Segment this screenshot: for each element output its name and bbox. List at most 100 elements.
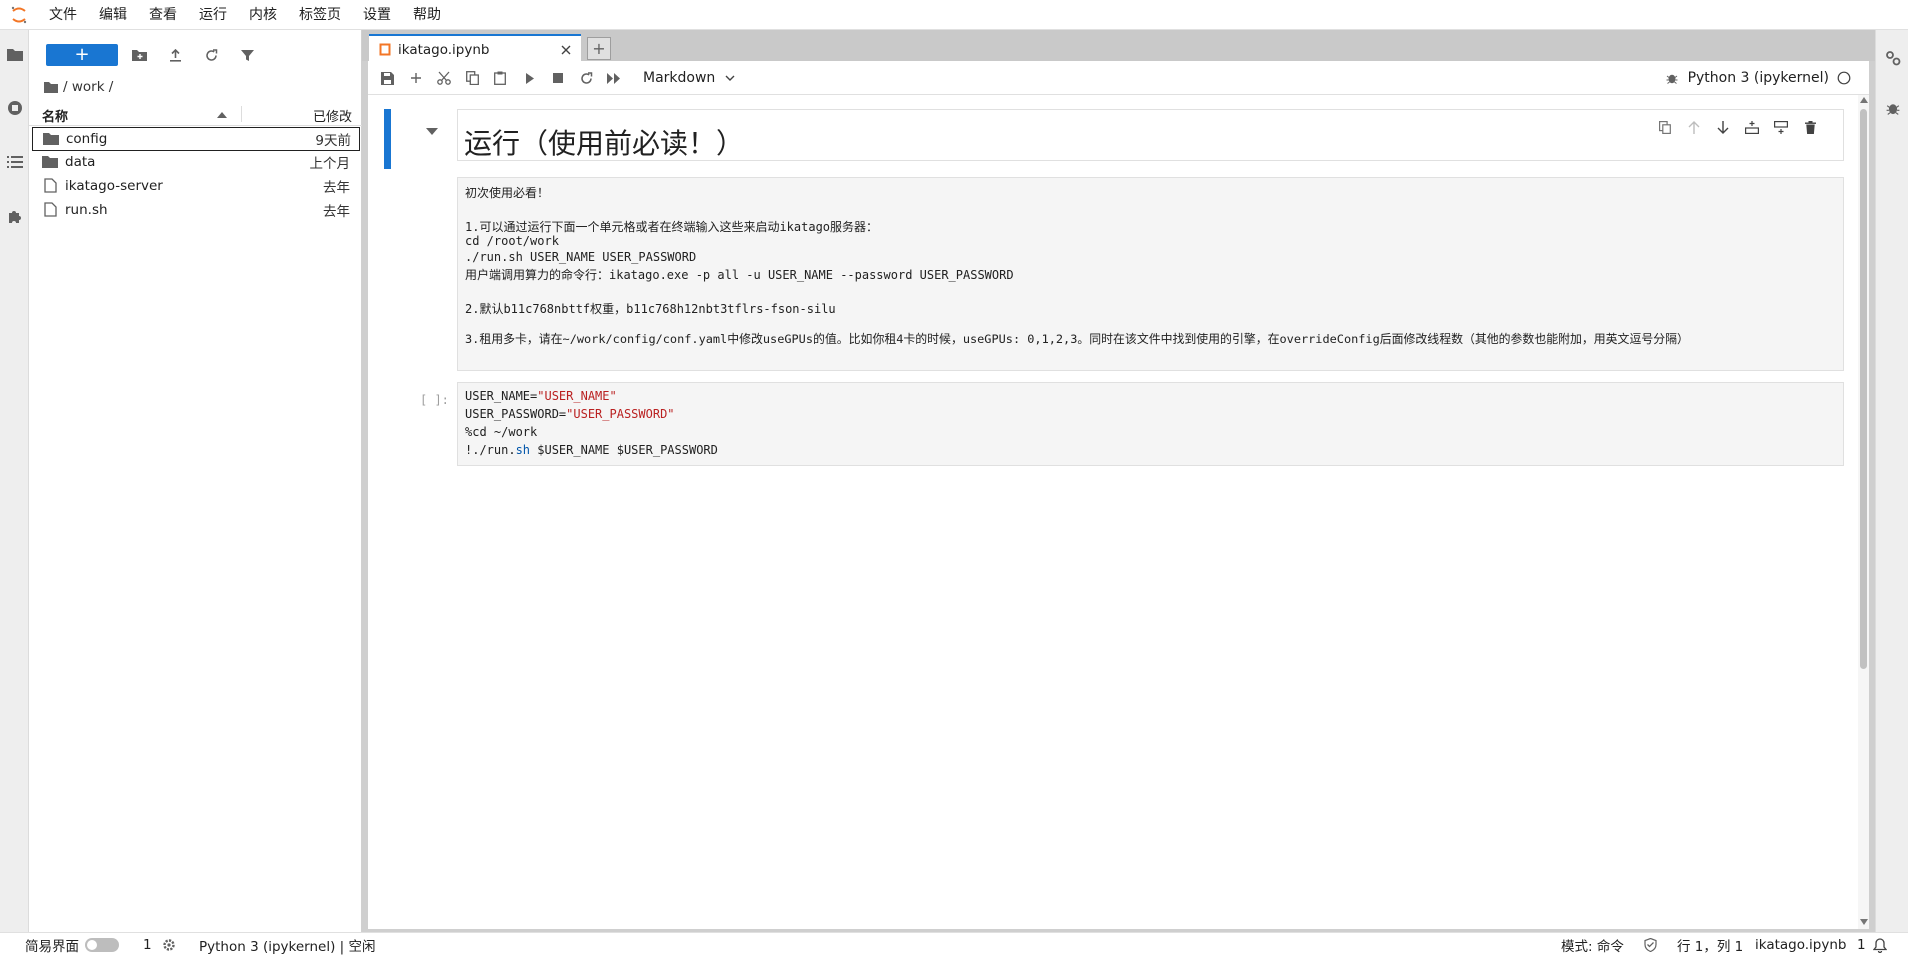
jupyter-logo-icon (0, 0, 38, 30)
insert-cell-icon[interactable] (404, 67, 428, 89)
file-item-data[interactable]: data 上个月 (32, 151, 358, 173)
move-cell-down-icon[interactable] (1712, 116, 1734, 138)
markdown-line: 用户端调用算力的命令行：ikatago.exe -p all -u USER_N… (465, 268, 1014, 282)
run-cell-icon[interactable] (518, 67, 542, 89)
markdown-cell[interactable]: 初次使用必看！ 1.可以通过运行下面一个单元格或者在终端输入这些来启动ikata… (457, 177, 1844, 371)
breadcrumb: / work / (44, 76, 113, 98)
markdown-heading-cell[interactable]: 运行（使用前必读！） (457, 109, 1844, 161)
filter-icon[interactable] (235, 44, 259, 66)
cell-toolbar (1654, 116, 1821, 140)
folder-icon (43, 133, 59, 145)
file-item-run-sh[interactable]: run.sh 去年 (32, 199, 358, 221)
kernel-idle-circle-icon (1837, 71, 1851, 85)
cut-icon[interactable] (432, 67, 456, 89)
menu-run[interactable]: 运行 (188, 0, 238, 30)
simple-mode-label: 简易界面 (25, 939, 79, 955)
menu-settings[interactable]: 设置 (352, 0, 402, 30)
notebook-scrollbar[interactable] (1858, 95, 1869, 929)
trusted-shield-icon[interactable] (1644, 933, 1657, 957)
scroll-down-arrow-icon[interactable] (1860, 919, 1868, 925)
kernel-gear-icon (162, 939, 175, 951)
column-header-name[interactable]: 名称 (42, 106, 68, 125)
notification-bell-icon[interactable] (1873, 933, 1887, 957)
file-item-config[interactable]: config 9天前 (32, 127, 360, 151)
move-cell-up-icon[interactable] (1683, 116, 1705, 138)
duplicate-cell-icon[interactable] (1654, 116, 1676, 138)
markdown-line: 3.租用多卡，请在~/work/config/conf.yaml中修改useGP… (465, 332, 1689, 346)
breadcrumb-path[interactable]: / work / (63, 79, 113, 95)
notebook-content: 运行（使用前必读！） 初次使用必看！ 1.可以通过运行下面一个单元格或者在终端输… (368, 95, 1869, 929)
breadcrumb-folder-icon[interactable] (44, 81, 58, 93)
property-inspector-gears-icon[interactable] (1876, 46, 1908, 70)
markdown-line: 2.默认b11c768nbttf权重，b11c768h12nbt3tflrs-f… (465, 302, 836, 316)
simple-mode-toggle-group[interactable]: 简易界面 (25, 933, 119, 957)
terminal-count[interactable]: 1 (143, 933, 176, 957)
column-divider (241, 106, 242, 122)
table-of-contents-icon[interactable] (0, 144, 29, 180)
close-tab-icon[interactable] (561, 45, 571, 55)
left-activity-bar (0, 30, 29, 932)
sort-ascending-icon (217, 112, 227, 118)
cell-type-value: Markdown (643, 70, 716, 86)
code-cell-prompt: [ ]: (420, 393, 449, 407)
folder-icon (42, 156, 58, 168)
debugger-icon[interactable] (1876, 96, 1908, 120)
scrollbar-thumb[interactable] (1860, 109, 1867, 669)
new-folder-icon[interactable] (127, 44, 151, 66)
right-sidebar (1875, 30, 1908, 932)
running-sessions-icon[interactable] (0, 90, 29, 126)
scroll-up-arrow-icon[interactable] (1860, 97, 1868, 103)
menu-tabs[interactable]: 标签页 (288, 0, 352, 30)
file-icon (44, 178, 57, 193)
simple-mode-toggle[interactable] (85, 938, 119, 952)
markdown-line: 1.可以通过运行下面一个单元格或者在终端输入这些来启动ikatago服务器： (465, 220, 879, 234)
menu-help[interactable]: 帮助 (402, 0, 452, 30)
menu-kernel[interactable]: 内核 (238, 0, 288, 30)
refresh-icon[interactable] (199, 44, 223, 66)
chevron-down-icon (725, 75, 735, 81)
restart-kernel-icon[interactable] (574, 67, 598, 89)
file-modified: 去年 (323, 204, 350, 220)
file-browser: + / work / 名称 已修改 config 9天前 data 上个月 ik… (29, 30, 362, 932)
file-name: config (66, 131, 108, 147)
notebook-icon (379, 43, 391, 56)
cell-type-dropdown[interactable]: Markdown (643, 67, 735, 89)
save-icon[interactable] (375, 67, 399, 89)
new-launcher-button[interactable]: + (46, 44, 118, 66)
markdown-line: 初次使用必看！ (465, 186, 550, 200)
file-modified: 9天前 (315, 133, 351, 149)
kernel-name-label[interactable]: Python 3 (ipykernel) (1688, 70, 1829, 86)
tab-ikatago-notebook[interactable]: ikatago.ipynb (369, 34, 581, 63)
add-tab-label: + (592, 38, 606, 58)
menu-edit[interactable]: 编辑 (88, 0, 138, 30)
paste-icon[interactable] (488, 67, 512, 89)
file-modified: 去年 (323, 180, 350, 196)
kernel-status[interactable]: Python 3 (ipykernel) | 空闲 (199, 933, 376, 957)
code-cell[interactable]: USER_NAME="USER_NAME" USER_PASSWORD="USE… (457, 382, 1844, 466)
extension-manager-icon[interactable] (0, 198, 29, 234)
collapse-heading-icon[interactable] (426, 128, 438, 136)
debugger-bug-icon[interactable] (1666, 72, 1678, 84)
file-name: ikatago-server (65, 178, 163, 194)
code-line: !./run.sh $USER_NAME $USER_PASSWORD (465, 443, 718, 457)
column-header-modified[interactable]: 已修改 (313, 106, 352, 125)
menubar: 文件 编辑 查看 运行 内核 标签页 设置 帮助 (0, 0, 1908, 30)
notebook-panel: Markdown Python 3 (ipykernel) 运行（使用前必读！） (368, 61, 1869, 929)
insert-cell-below-icon[interactable] (1770, 116, 1792, 138)
insert-cell-above-icon[interactable] (1741, 116, 1763, 138)
restart-run-all-icon[interactable] (602, 67, 626, 89)
menu-file[interactable]: 文件 (38, 0, 88, 30)
kernel-indicator[interactable]: Python 3 (ipykernel) (1666, 67, 1851, 89)
delete-cell-icon[interactable] (1799, 116, 1821, 138)
file-item-ikatago-server[interactable]: ikatago-server 去年 (32, 175, 358, 197)
upload-icon[interactable] (163, 44, 187, 66)
add-tab-button[interactable]: + (587, 37, 611, 60)
tab-bar: ikatago.ipynb + (362, 30, 1875, 63)
folder-icon[interactable] (0, 36, 29, 72)
stop-kernel-icon[interactable] (546, 67, 570, 89)
menu-view[interactable]: 查看 (138, 0, 188, 30)
markdown-line: cd /root/work (465, 234, 559, 248)
code-line: %cd ~/work (465, 425, 538, 439)
copy-icon[interactable] (460, 67, 484, 89)
cursor-position[interactable]: 行 1，列 1 (1677, 933, 1743, 957)
